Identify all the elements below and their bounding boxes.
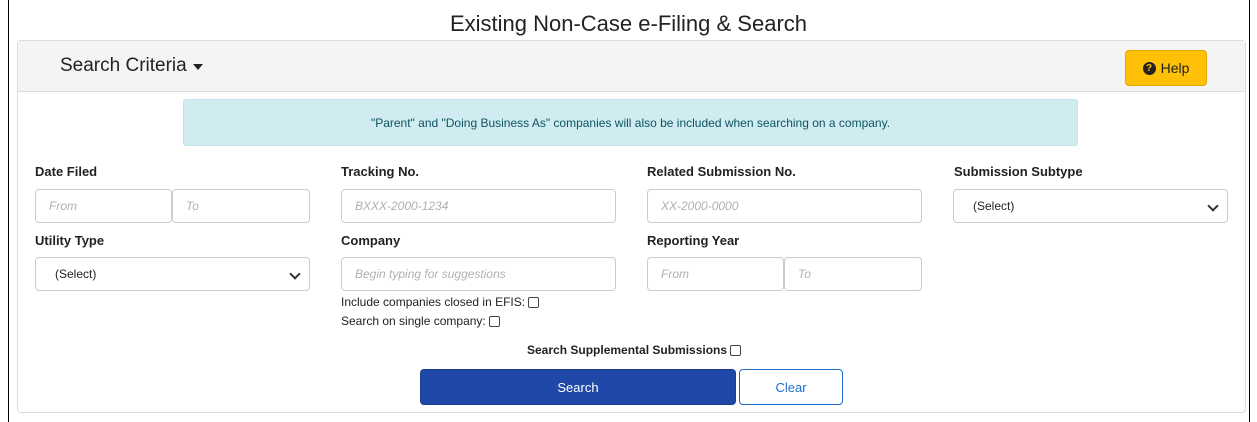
date-filed-from-input[interactable]	[35, 189, 172, 223]
info-alert: "Parent" and "Doing Business As" compani…	[183, 99, 1078, 146]
supplemental-row: Search Supplemental Submissions	[527, 343, 742, 357]
company-input[interactable]	[341, 257, 616, 291]
related-submission-label: Related Submission No.	[647, 164, 796, 179]
submission-subtype-value: (Select)	[973, 199, 1015, 213]
search-criteria-panel: Search Criteria ? Help "Parent" and "Doi…	[17, 40, 1246, 413]
related-submission-input[interactable]	[647, 189, 922, 223]
question-circle-icon: ?	[1142, 61, 1156, 75]
date-filed-to-input[interactable]	[172, 189, 310, 223]
search-button[interactable]: Search	[420, 369, 736, 405]
date-filed-label: Date Filed	[35, 164, 98, 179]
single-company-checkbox[interactable]	[488, 315, 500, 327]
single-company-row: Search on single company:	[341, 314, 500, 328]
chevron-down-icon	[1207, 200, 1219, 212]
help-label: Help	[1160, 60, 1190, 76]
tracking-no-label: Tracking No.	[341, 164, 420, 179]
company-label: Company	[341, 233, 401, 248]
utility-type-label: Utility Type	[35, 233, 105, 248]
supplemental-checkbox[interactable]	[730, 344, 742, 356]
help-button[interactable]: ? Help	[1125, 50, 1207, 86]
reporting-year-to-input[interactable]	[784, 257, 922, 291]
include-closed-checkbox[interactable]	[528, 296, 540, 308]
page-title: Existing Non-Case e-Filing & Search	[449, 11, 808, 36]
search-criteria-toggle[interactable]: Search Criteria	[60, 55, 203, 77]
include-closed-row: Include companies closed in EFIS:	[341, 295, 540, 309]
submission-subtype-select[interactable]: (Select)	[953, 189, 1228, 223]
tracking-no-input[interactable]	[341, 189, 616, 223]
chevron-down-icon	[289, 268, 301, 280]
utility-type-select[interactable]: (Select)	[35, 257, 310, 291]
caret-down-icon	[192, 64, 203, 70]
supplemental-label: Search Supplemental Submissions	[527, 343, 728, 357]
search-criteria-label: Search Criteria	[60, 55, 187, 76]
reporting-year-from-input[interactable]	[647, 257, 784, 291]
utility-type-value: (Select)	[55, 267, 97, 281]
reporting-year-label: Reporting Year	[647, 233, 740, 248]
single-company-label: Search on single company:	[341, 314, 486, 328]
clear-button[interactable]: Clear	[739, 369, 843, 405]
panel-header: Search Criteria ? Help	[18, 41, 1245, 92]
include-closed-label: Include companies closed in EFIS:	[341, 295, 526, 309]
submission-subtype-label: Submission Subtype	[954, 164, 1083, 179]
